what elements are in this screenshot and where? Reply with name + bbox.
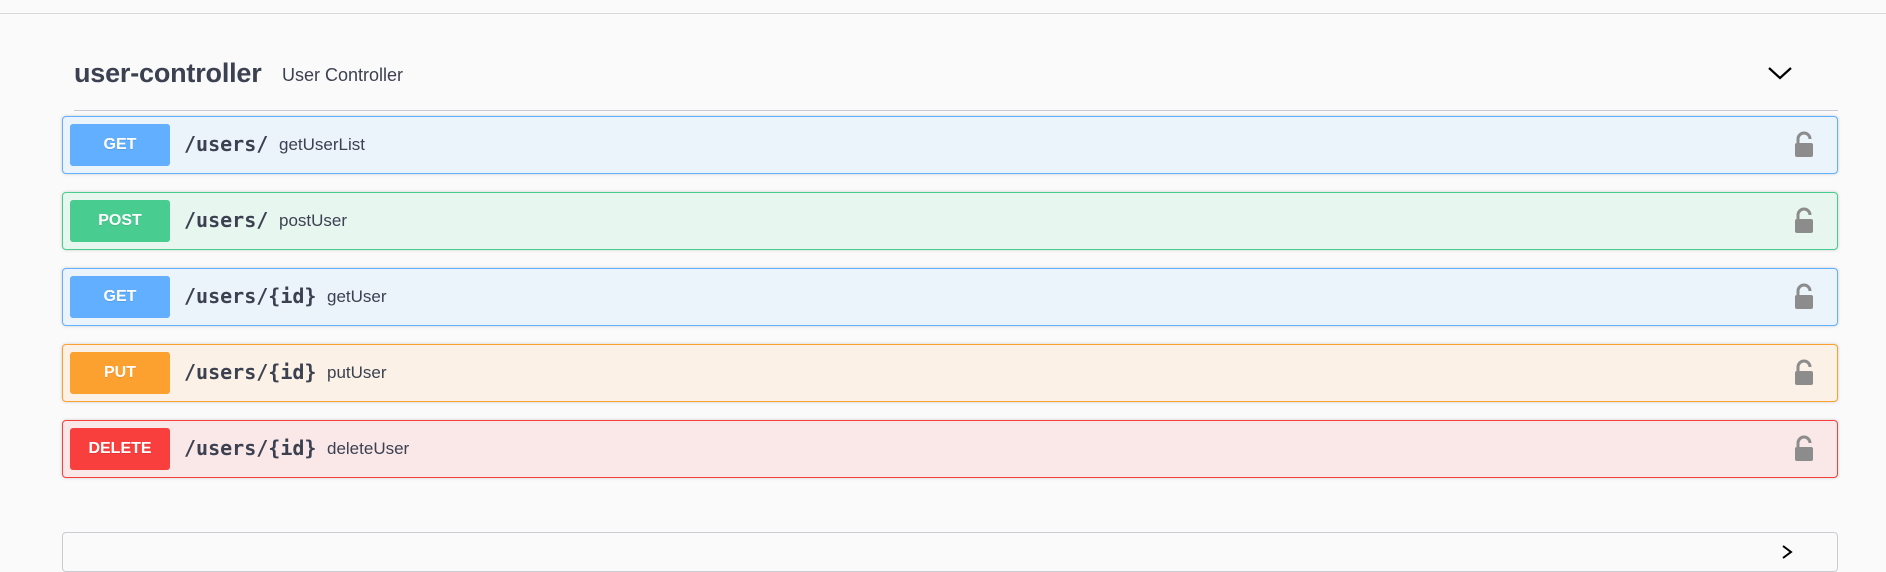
- chevron-right-icon[interactable]: [1777, 545, 1797, 559]
- operation-get-user-by-id[interactable]: GET /users/{id} getUser: [62, 268, 1838, 326]
- operation-path: /users/{id}: [184, 284, 317, 308]
- method-badge: POST: [70, 200, 170, 242]
- unlocked-icon[interactable]: [1793, 207, 1815, 235]
- operation-put-user[interactable]: PUT /users/{id} putUser: [62, 344, 1838, 402]
- operation-path: /users/{id}: [184, 360, 317, 384]
- operation-get-users[interactable]: GET /users/ getUserList: [62, 116, 1838, 174]
- operations-list: GET /users/ getUserList POST /users/ pos…: [62, 116, 1838, 496]
- tag-section: user-controller User Controller: [62, 36, 1838, 111]
- operation-path: /users/: [184, 208, 269, 232]
- tag-description: User Controller: [282, 65, 404, 85]
- operation-summary: postUser: [279, 211, 348, 230]
- operation-summary: deleteUser: [327, 439, 410, 458]
- operation-path: /users/: [184, 132, 269, 156]
- tag-name[interactable]: user-controller: [74, 58, 262, 89]
- next-tag-section[interactable]: [62, 532, 1838, 572]
- method-badge: GET: [70, 276, 170, 318]
- tag-header[interactable]: user-controller User Controller: [74, 36, 1838, 111]
- operation-summary: putUser: [327, 363, 387, 382]
- top-divider: [0, 13, 1886, 14]
- unlocked-icon[interactable]: [1793, 359, 1815, 387]
- method-badge: GET: [70, 124, 170, 166]
- method-badge: DELETE: [70, 428, 170, 470]
- chevron-down-icon[interactable]: [1766, 62, 1794, 84]
- operation-summary: getUserList: [279, 135, 365, 154]
- unlocked-icon[interactable]: [1793, 283, 1815, 311]
- method-badge: PUT: [70, 352, 170, 394]
- unlocked-icon[interactable]: [1793, 131, 1815, 159]
- unlocked-icon[interactable]: [1793, 435, 1815, 463]
- operation-summary: getUser: [327, 287, 387, 306]
- operation-post-users[interactable]: POST /users/ postUser: [62, 192, 1838, 250]
- operation-path: /users/{id}: [184, 436, 317, 460]
- operation-delete-user[interactable]: DELETE /users/{id} deleteUser: [62, 420, 1838, 478]
